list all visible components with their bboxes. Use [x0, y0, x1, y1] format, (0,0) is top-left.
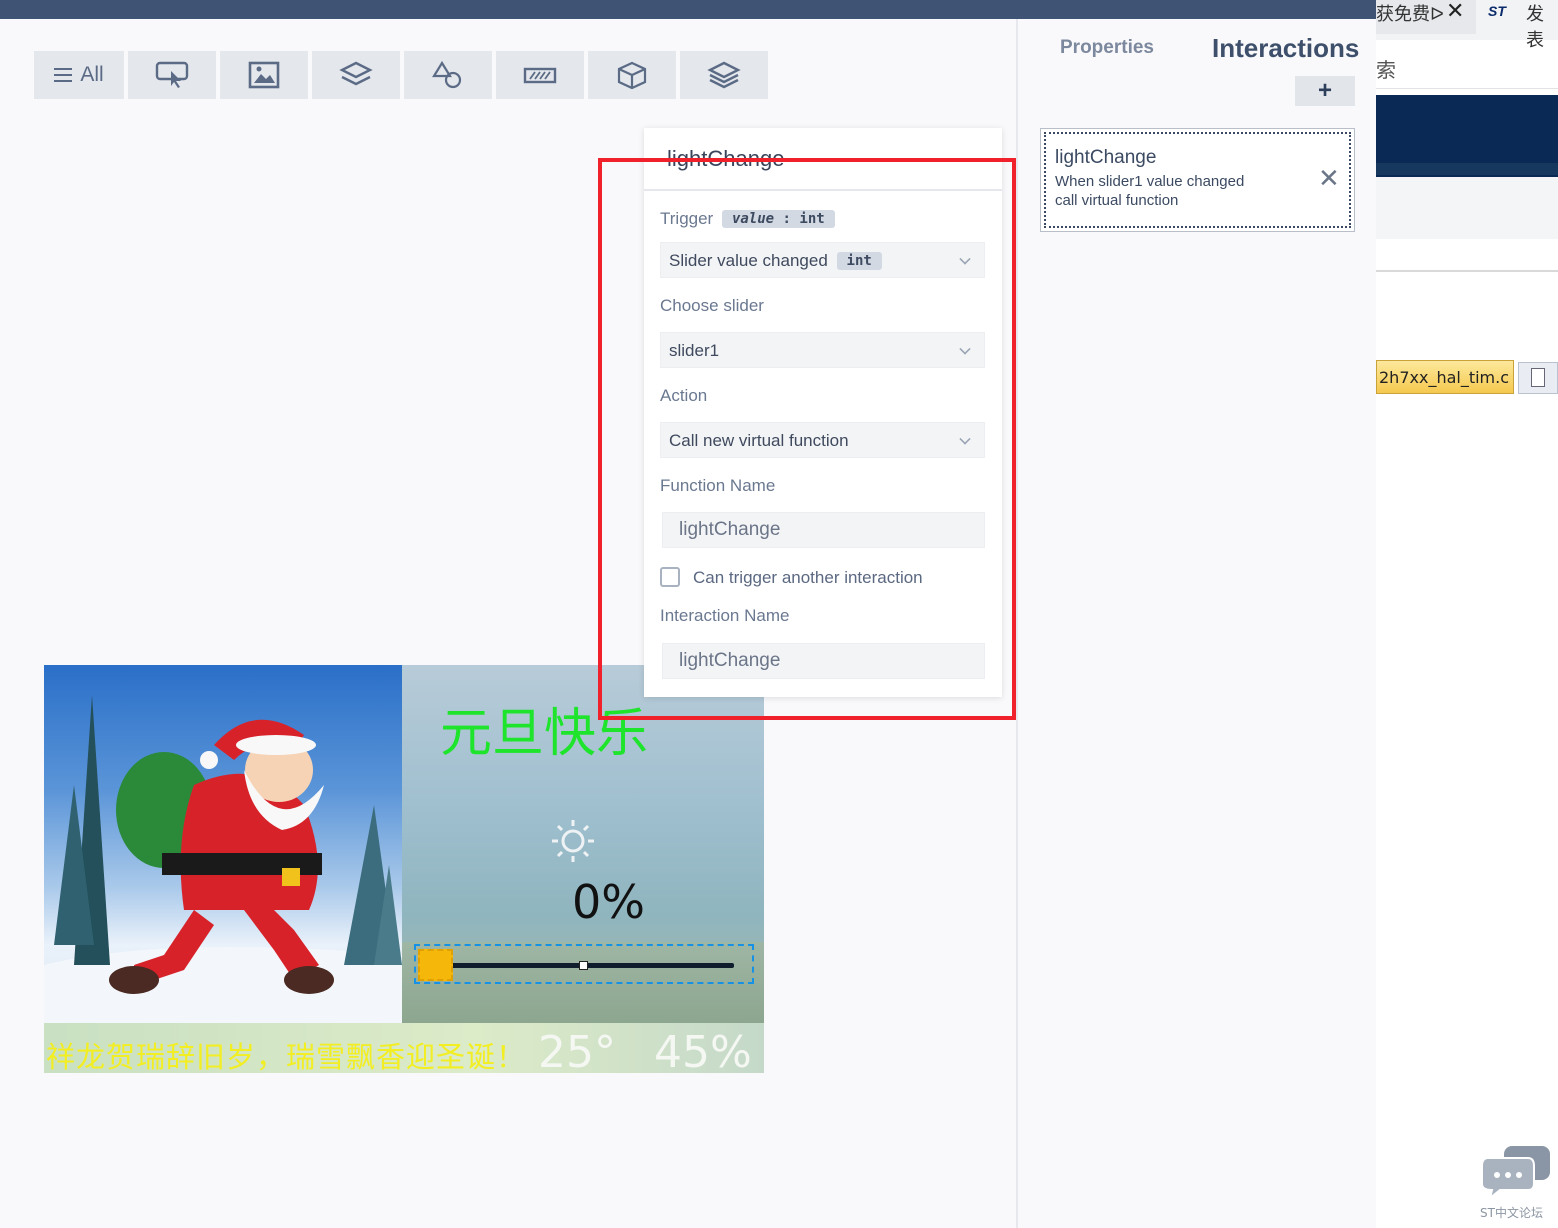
editor-file-tab[interactable]: 2h7xx_hal_tim.c: [1376, 360, 1514, 394]
image-tool-button[interactable]: [220, 51, 308, 99]
card-trigger-description: When slider1 value changed: [1055, 173, 1245, 190]
interaction-tool-button[interactable]: [128, 51, 216, 99]
interaction-name-input[interactable]: lightChange: [662, 643, 985, 679]
search-label: 索: [1376, 58, 1396, 82]
trigger-select[interactable]: Slider value changed int: [660, 242, 985, 278]
card-title: lightChange: [1055, 147, 1157, 168]
dark-banner-strip: [1376, 163, 1558, 175]
slider1[interactable]: [414, 944, 754, 984]
interaction-dialog: lightChange Trigger value : int Slider v…: [644, 128, 1002, 697]
tab-properties[interactable]: Properties: [1060, 37, 1154, 59]
humidity-readout: 45%: [654, 1027, 752, 1073]
stack-tool-button[interactable]: [680, 51, 768, 99]
widget-icon: [523, 67, 557, 84]
stack-icon: [707, 61, 741, 89]
interaction-icon: [155, 61, 189, 88]
action-select-value: Call new virtual function: [669, 431, 849, 450]
slider-center-handle[interactable]: [579, 961, 588, 970]
layers-icon: [339, 61, 373, 86]
screen-title: 元旦快乐: [440, 704, 649, 764]
divider: [1376, 88, 1558, 89]
gray-bar: [1376, 177, 1558, 239]
brightness-percent: 0%: [572, 875, 645, 929]
can-trigger-checkbox[interactable]: [660, 567, 680, 587]
cube-icon: [617, 61, 647, 90]
menu-icon: [54, 68, 73, 82]
browser-tab-title-2[interactable]: 发表: [1526, 0, 1558, 52]
action-label: Action: [660, 386, 708, 405]
function-name-label: Function Name: [660, 476, 776, 495]
trigger-label: Trigger: [660, 209, 714, 228]
choose-slider-label: Choose slider: [660, 296, 764, 315]
trigger-value-type-badge: int: [836, 252, 882, 270]
divider: [1376, 270, 1558, 272]
browser-tab-title: 获免费ᐅ: [1376, 4, 1444, 25]
trigger-type: int: [799, 211, 825, 227]
interaction-name-label: Interaction Name: [660, 606, 790, 625]
action-select[interactable]: Call new virtual function: [660, 422, 985, 458]
document-icon[interactable]: [1518, 362, 1558, 394]
temperature-readout: 25°: [538, 1027, 616, 1073]
trigger-select-value: Slider value changed: [669, 251, 828, 270]
tab-interactions[interactable]: Interactions: [1212, 33, 1359, 64]
background-browser-window: 获免费ᐅ ✕ ST 发表 索 2h7xx_hal_tim.c ST中文论坛: [1376, 0, 1558, 1228]
slider-select[interactable]: slider1: [660, 332, 985, 368]
function-name-input[interactable]: lightChange: [662, 512, 985, 548]
screen-preview: 元旦快乐 0% 祥龙贺瑞辞旧岁，瑞雪飘香迎圣诞！ 25° 45%: [44, 665, 764, 1073]
card-action-description: call virtual function: [1055, 192, 1179, 209]
slider-track: [450, 963, 734, 968]
shapes-icon: [432, 60, 462, 89]
widget-tool-button[interactable]: [496, 51, 584, 99]
widget-toolbar: All: [34, 51, 768, 99]
slider-select-value: slider1: [669, 341, 720, 360]
sun-icon: [552, 820, 594, 862]
trigger-signature-badge: value : int: [721, 210, 835, 228]
right-panel: Properties Interactions + lightChange Wh…: [1018, 19, 1376, 1228]
chevron-down-icon: [959, 433, 971, 445]
interaction-card[interactable]: lightChange When slider1 value changed c…: [1040, 128, 1355, 232]
layers-tool-button[interactable]: [312, 51, 400, 99]
delete-interaction-icon[interactable]: ✕: [1318, 165, 1340, 191]
filter-all-label: All: [80, 63, 104, 86]
trigger-label-row: Trigger value : int: [660, 209, 835, 229]
chevron-down-icon: [959, 253, 971, 265]
forum-label: ST中文论坛: [1480, 1206, 1543, 1220]
slider-knob[interactable]: [418, 949, 453, 981]
add-interaction-button[interactable]: +: [1295, 76, 1355, 106]
chat-bubble-icon[interactable]: [1478, 1144, 1552, 1200]
shapes-tool-button[interactable]: [404, 51, 492, 99]
dialog-title: lightChange: [644, 128, 1002, 191]
filter-all-button[interactable]: All: [34, 51, 124, 99]
chevron-down-icon: [959, 343, 971, 355]
can-trigger-label: Can trigger another interaction: [693, 568, 923, 587]
santa-picture-icon: [44, 695, 402, 1023]
greeting-banner: 祥龙贺瑞辞旧岁，瑞雪飘香迎圣诞！: [46, 1040, 527, 1073]
close-icon[interactable]: ✕: [1446, 0, 1464, 24]
st-logo-icon: ST: [1488, 3, 1506, 19]
image-icon: [248, 61, 280, 89]
cube-tool-button[interactable]: [588, 51, 676, 99]
title-bar: [0, 0, 1376, 19]
trigger-param: value: [731, 211, 775, 227]
santa-image: [44, 665, 402, 1023]
